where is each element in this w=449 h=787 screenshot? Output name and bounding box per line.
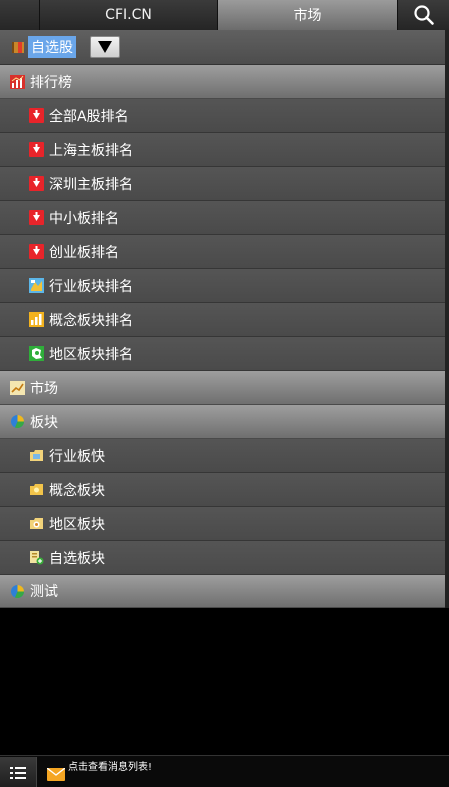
test-header[interactable]: 测试: [0, 575, 445, 608]
sector-item-label: 自选板块: [49, 550, 105, 567]
ranking-item-label: 中小板排名: [49, 210, 119, 227]
list-menu-icon: [10, 766, 26, 779]
folder-concept-icon: [29, 482, 44, 497]
ranking-item-shanghai[interactable]: 上海主板排名: [0, 133, 445, 167]
red-down-arrow-icon: [29, 244, 44, 259]
ranking-item-concept[interactable]: 概念板块排名: [0, 303, 445, 337]
sector-item-concept[interactable]: 概念板块: [0, 473, 445, 507]
self-select-label: 自选股: [28, 36, 76, 58]
triangle-down-icon: [98, 41, 112, 53]
folder-industry-icon: [29, 448, 44, 463]
sectors-header[interactable]: 板块: [0, 405, 445, 439]
ranking-item-shenzhen[interactable]: 深圳主板排名: [0, 167, 445, 201]
sector-item-custom[interactable]: 自选板块: [0, 541, 445, 575]
ranking-item-gem[interactable]: 创业板排名: [0, 235, 445, 269]
ranking-item-label: 概念板块排名: [49, 312, 133, 329]
sector-item-industry[interactable]: 行业板快: [0, 439, 445, 473]
bottom-bar: 点击查看消息列表!: [0, 755, 449, 787]
ranking-header-label: 排行榜: [30, 74, 72, 91]
bar-chart-icon: [29, 312, 44, 327]
self-select-dropdown-button[interactable]: [90, 36, 120, 58]
search-icon: [413, 5, 434, 25]
pie-chart-icon: [10, 584, 25, 599]
sector-item-region[interactable]: 地区板块: [0, 507, 445, 541]
tab-cfi[interactable]: CFI.CN: [40, 0, 218, 30]
red-down-arrow-icon: [29, 142, 44, 157]
region-map-icon: [29, 346, 44, 361]
menu-button[interactable]: [0, 757, 37, 787]
top-tab-bar: CFI.CN 市场: [0, 0, 449, 30]
ranking-item-label: 全部A股排名: [49, 108, 129, 125]
market-header[interactable]: 市场: [0, 371, 445, 405]
search-button[interactable]: [398, 0, 449, 30]
red-down-arrow-icon: [29, 108, 44, 123]
sector-item-label: 地区板块: [49, 516, 105, 533]
market-header-label: 市场: [30, 380, 58, 397]
industry-map-icon: [29, 278, 44, 293]
ranking-chart-icon: [10, 74, 25, 89]
red-down-arrow-icon: [29, 210, 44, 225]
ranking-item-label: 地区板块排名: [49, 346, 133, 363]
ranking-item-all-a[interactable]: 全部A股排名: [0, 99, 445, 133]
red-down-arrow-icon: [29, 176, 44, 191]
ranking-item-label: 上海主板排名: [49, 142, 133, 159]
market-chart-icon: [10, 380, 25, 395]
folder-region-icon: [29, 516, 44, 531]
tab-market-label: 市场: [293, 8, 322, 24]
ranking-item-label: 创业板排名: [49, 244, 119, 261]
test-header-label: 测试: [30, 584, 58, 600]
sector-item-label: 概念板块: [49, 482, 105, 499]
ranking-item-label: 行业板块排名: [49, 278, 133, 295]
ranking-header[interactable]: 排行榜: [0, 65, 445, 99]
sectors-header-label: 板块: [30, 414, 58, 431]
message-link[interactable]: 点击查看消息列表!: [68, 758, 152, 773]
ranking-item-region[interactable]: 地区板块排名: [0, 337, 445, 371]
pie-chart-icon: [10, 414, 25, 429]
ranking-item-label: 深圳主板排名: [49, 176, 133, 193]
custom-sector-icon: [29, 550, 44, 565]
scrollbar-track[interactable]: [445, 30, 449, 608]
tab-cfi-label: CFI.CN: [105, 7, 152, 23]
ranking-item-sme[interactable]: 中小板排名: [0, 201, 445, 235]
self-select-row[interactable]: 自选股: [0, 30, 445, 65]
sector-item-label: 行业板快: [49, 448, 105, 465]
envelope-icon[interactable]: [46, 766, 66, 785]
book-icon: [10, 40, 25, 55]
ranking-item-industry[interactable]: 行业板块排名: [0, 269, 445, 303]
tab-market[interactable]: 市场: [218, 0, 398, 30]
tab-left-blank[interactable]: [0, 0, 40, 30]
